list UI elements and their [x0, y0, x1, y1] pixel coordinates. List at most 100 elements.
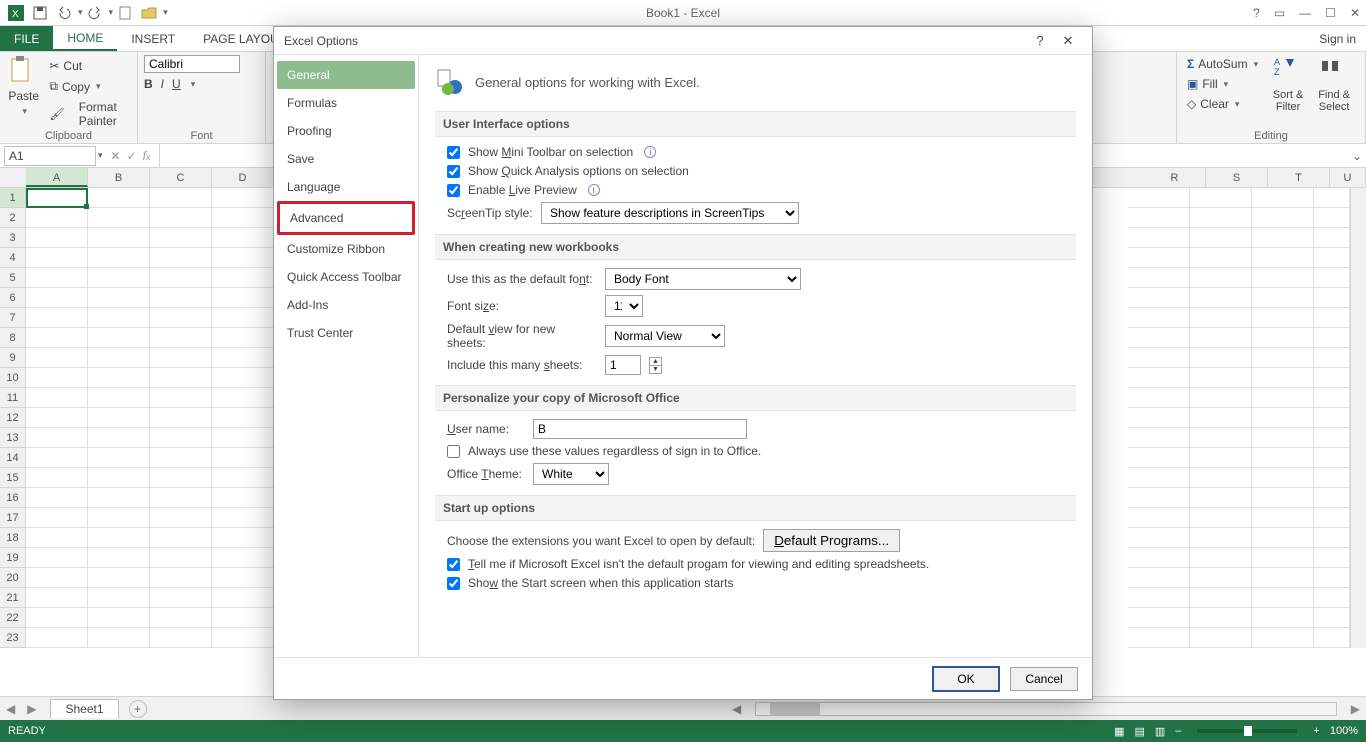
ok-button[interactable]: OK: [932, 666, 1000, 692]
paste-button[interactable]: Paste ▾: [6, 55, 41, 130]
nav-general[interactable]: General: [277, 61, 415, 89]
row-header[interactable]: 10: [0, 368, 25, 388]
cell[interactable]: [1314, 508, 1350, 528]
copy-button[interactable]: ⧉Copy▾: [45, 77, 131, 96]
lbl-mini-toolbar[interactable]: Show Mini Toolbar on selection: [468, 145, 633, 159]
cell[interactable]: [1128, 488, 1190, 508]
cell[interactable]: [1128, 608, 1190, 628]
vertical-scrollbar[interactable]: [1350, 188, 1366, 648]
ribbon-display-options-icon[interactable]: ▭: [1274, 6, 1285, 20]
row-header[interactable]: 14: [0, 448, 25, 468]
find-select-button[interactable]: Find & Select: [1314, 55, 1354, 113]
row-header[interactable]: 5: [0, 268, 25, 288]
info-icon[interactable]: i: [644, 146, 656, 158]
cell[interactable]: [1190, 368, 1252, 388]
cell[interactable]: [1128, 448, 1190, 468]
cell[interactable]: [1314, 528, 1350, 548]
cell[interactable]: [88, 468, 150, 488]
cell[interactable]: [26, 308, 88, 328]
cell[interactable]: [150, 588, 212, 608]
cell[interactable]: [88, 508, 150, 528]
undo-dropdown-caret[interactable]: ▾: [78, 7, 83, 18]
cell[interactable]: [150, 468, 212, 488]
default-font-select[interactable]: Body Font: [605, 268, 801, 290]
row-header[interactable]: 17: [0, 508, 25, 528]
cell[interactable]: [88, 408, 150, 428]
row-header[interactable]: 12: [0, 408, 25, 428]
hscroll-right-icon[interactable]: ▶: [1345, 702, 1366, 716]
cell[interactable]: [1128, 188, 1190, 208]
cell[interactable]: [1128, 428, 1190, 448]
cell[interactable]: [88, 368, 150, 388]
col-header[interactable]: R: [1144, 168, 1206, 187]
cell[interactable]: [150, 628, 212, 648]
clear-button[interactable]: ◇Clear▾: [1183, 95, 1262, 113]
cell[interactable]: [1314, 188, 1350, 208]
cell[interactable]: [150, 348, 212, 368]
cell[interactable]: [212, 588, 274, 608]
zoom-percent[interactable]: 100%: [1330, 725, 1358, 737]
horizontal-scrollbar[interactable]: [755, 702, 1337, 716]
cell[interactable]: [1190, 388, 1252, 408]
cell[interactable]: [88, 228, 150, 248]
cell[interactable]: [212, 408, 274, 428]
cell[interactable]: [1190, 228, 1252, 248]
cell[interactable]: [26, 608, 88, 628]
qat-customize-caret[interactable]: ▾: [163, 7, 168, 18]
cell[interactable]: [212, 228, 274, 248]
cell[interactable]: [1128, 308, 1190, 328]
nav-proofing[interactable]: Proofing: [277, 117, 415, 145]
fx-icon[interactable]: fx: [143, 149, 151, 163]
lbl-tell-default[interactable]: Tell me if Microsoft Excel isn't the def…: [468, 557, 929, 571]
row-header[interactable]: 4: [0, 248, 25, 268]
cell[interactable]: [26, 348, 88, 368]
cell[interactable]: [150, 528, 212, 548]
cell[interactable]: [26, 508, 88, 528]
cell[interactable]: [1252, 248, 1314, 268]
chk-live-preview[interactable]: [447, 184, 460, 197]
underline-button[interactable]: U: [172, 77, 181, 91]
hscroll-left-icon[interactable]: ◀: [726, 702, 747, 716]
col-header[interactable]: B: [88, 168, 150, 187]
cell[interactable]: [88, 348, 150, 368]
nav-language[interactable]: Language: [277, 173, 415, 201]
font-size-select[interactable]: 11: [605, 295, 643, 317]
cell[interactable]: [212, 268, 274, 288]
cell[interactable]: [26, 368, 88, 388]
cell[interactable]: [1252, 308, 1314, 328]
nav-quick-access-toolbar[interactable]: Quick Access Toolbar: [277, 263, 415, 291]
cell[interactable]: [150, 288, 212, 308]
cell[interactable]: [1190, 448, 1252, 468]
cell[interactable]: [150, 308, 212, 328]
cell[interactable]: [212, 208, 274, 228]
chk-mini-toolbar[interactable]: [447, 146, 460, 159]
autosum-button[interactable]: ΣAutoSum▾: [1183, 55, 1262, 73]
cell[interactable]: [88, 288, 150, 308]
cell[interactable]: [150, 548, 212, 568]
cell[interactable]: [1190, 328, 1252, 348]
new-file-icon[interactable]: [115, 3, 135, 23]
col-header[interactable]: T: [1268, 168, 1330, 187]
cell[interactable]: [88, 388, 150, 408]
nav-trust-center[interactable]: Trust Center: [277, 319, 415, 347]
row-header[interactable]: 3: [0, 228, 25, 248]
cell[interactable]: [150, 428, 212, 448]
open-folder-icon[interactable]: [139, 3, 159, 23]
row-header[interactable]: 20: [0, 568, 25, 588]
cell[interactable]: [26, 468, 88, 488]
cell[interactable]: [1314, 548, 1350, 568]
nav-customize-ribbon[interactable]: Customize Ribbon: [277, 235, 415, 263]
cut-button[interactable]: ✂Cut: [45, 57, 131, 75]
cell[interactable]: [26, 548, 88, 568]
cell[interactable]: [150, 488, 212, 508]
cell[interactable]: [88, 608, 150, 628]
sort-filter-button[interactable]: AZ Sort & Filter: [1268, 55, 1308, 113]
sheet-tab[interactable]: Sheet1: [50, 699, 118, 718]
cell[interactable]: [26, 408, 88, 428]
row-header[interactable]: 18: [0, 528, 25, 548]
dialog-help-icon[interactable]: ?: [1026, 33, 1054, 48]
cell[interactable]: [26, 208, 88, 228]
cell[interactable]: [1128, 548, 1190, 568]
cell[interactable]: [1314, 248, 1350, 268]
page-layout-view-icon[interactable]: ▤: [1134, 725, 1144, 738]
